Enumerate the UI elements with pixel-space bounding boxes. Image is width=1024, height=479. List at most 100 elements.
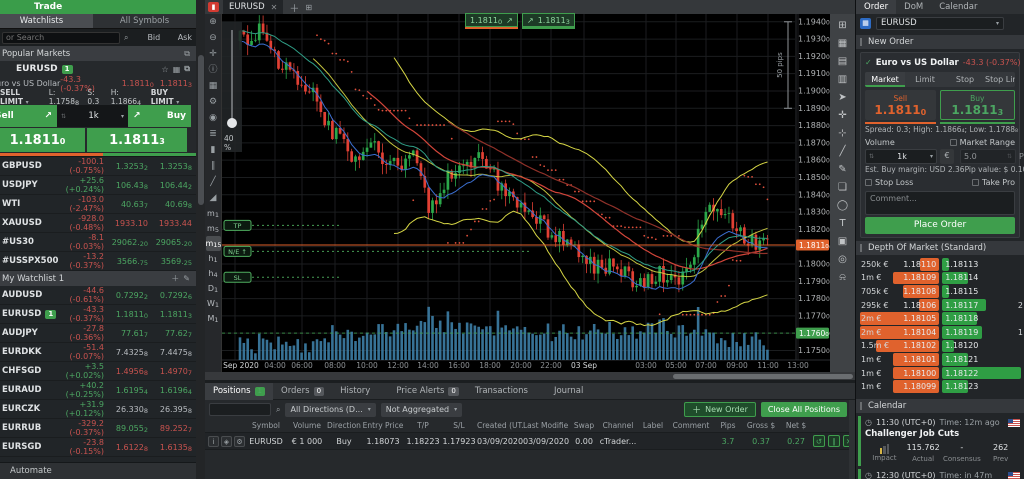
bid-price[interactable]: 7.43258 — [104, 348, 148, 357]
dom-ask-row[interactable]: 1.18123 — [942, 380, 1024, 393]
drawing-tool-icon[interactable]: ╱ — [834, 143, 851, 161]
drawing-tool-icon[interactable]: ❏ — [834, 179, 851, 197]
tab-watchlists[interactable]: Watchlists — [0, 14, 93, 28]
take-profit-checkbox[interactable]: Take Pro — [972, 178, 1015, 187]
toolbar-icon[interactable]: ⚙ — [206, 94, 221, 110]
column-header[interactable]: Symbol — [245, 421, 287, 430]
bid-price[interactable]: 40.637 — [104, 200, 148, 209]
bid-price[interactable]: 1.32532 — [104, 162, 148, 171]
position-edit-icon[interactable]: ⚙ — [234, 436, 245, 447]
watchlist-row[interactable]: ▪ EURSGD -23.8 (-0.15%) 1.61228 1.61358 — [0, 438, 196, 457]
reverse-position-icon[interactable]: ↺ — [813, 435, 825, 447]
dom-bid-row[interactable]: 2m € 1.18104 — [860, 326, 939, 339]
order-type-tab[interactable]: Stop — [945, 72, 985, 87]
right-panel-tab[interactable]: Order — [856, 0, 896, 14]
position-protection-icon[interactable]: ◈ — [221, 436, 232, 447]
ask-price[interactable]: 0.72926 — [148, 291, 192, 300]
market-range-input[interactable]: 5.0⇅ — [960, 149, 1016, 164]
drawing-tool-icon[interactable]: ➤ — [834, 89, 851, 107]
ask-price[interactable]: 1.61964 — [148, 386, 192, 395]
bid-price[interactable]: 1.61228 — [104, 443, 148, 452]
dom-bid-row[interactable]: 1m € 1.18100 — [860, 367, 939, 380]
position-row[interactable]: i ◈ ⚙ EURUSD€ 1 000Buy1.180731.182231.17… — [205, 432, 855, 450]
column-header[interactable]: Net $ — [779, 421, 813, 430]
quick-buy-button[interactable]: ↗Buy — [128, 105, 191, 127]
edit-list-icon[interactable]: ⧉ — [184, 49, 190, 59]
dom-bid-row[interactable]: 1.5m € 1.18102 — [860, 340, 939, 353]
column-header[interactable]: Volume — [287, 421, 327, 430]
dom-ask-row[interactable]: 1.18114 — [942, 272, 1024, 285]
column-header[interactable]: Created (UT.. — [477, 421, 523, 430]
order-type-tab[interactable]: Limit — [905, 72, 945, 87]
watchlist-row[interactable]: ▪ WTI -103.0 (-2.47%) 40.637 40.698 — [0, 195, 196, 214]
dom-section-header[interactable]: Depth Of Market (Standard) — [856, 241, 1024, 255]
toolbar-icon[interactable]: ╱ — [206, 174, 221, 190]
drawing-tool-icon[interactable]: ▥ — [834, 71, 851, 89]
bottom-tab[interactable]: Positions1 — [205, 383, 273, 400]
dom-ask-row[interactable]: 1.18122 — [942, 367, 1024, 380]
drawing-tool-icon[interactable]: ◎ — [834, 251, 851, 269]
timeframe-button[interactable]: h1 — [206, 251, 221, 266]
favorite-star-icon[interactable]: ☆ — [162, 65, 169, 74]
toolbar-icon[interactable]: ⊕ — [206, 14, 221, 30]
toolbar-icon[interactable]: ⊖ — [206, 30, 221, 46]
watchlist-row[interactable]: ▪ AUDUSD -44.6 (-0.61%) 0.72922 0.72926 — [0, 286, 196, 305]
toolbar-icon[interactable]: ▮ — [206, 142, 221, 158]
bottom-tab[interactable]: Orders0 — [273, 383, 332, 400]
toolbar-icon[interactable]: ▦ — [206, 78, 221, 94]
popular-markets-header[interactable]: Popular Markets ⧉ — [0, 46, 196, 61]
drawing-tool-icon[interactable]: ▦ — [834, 35, 851, 53]
symbol-dropdown[interactable]: EURUSD▾ — [876, 17, 1004, 30]
stop-loss-checkbox[interactable]: Stop Loss — [865, 178, 913, 187]
dom-ask-row[interactable]: 1.18117 2 — [942, 299, 1024, 312]
ask-price[interactable]: 77.627 — [148, 329, 192, 338]
timeframe-button[interactable]: M1 — [206, 311, 221, 326]
ask-price[interactable]: 40.698 — [148, 200, 192, 209]
bid-price[interactable]: 1.61954 — [104, 386, 148, 395]
column-header[interactable]: Gross $ — [743, 421, 779, 430]
ask-price[interactable]: 26.3958 — [148, 405, 192, 414]
quick-sell-button[interactable]: Sell↗ — [0, 105, 57, 127]
column-header[interactable]: Label — [637, 421, 669, 430]
chart-horizontal-scrollbar[interactable] — [205, 372, 855, 380]
timeframe-button[interactable]: m15 — [206, 236, 221, 251]
dom-bid-row[interactable]: 1m € 1.18109 — [860, 272, 939, 285]
dom-bid-row[interactable]: 1m € 1.18099 — [860, 380, 939, 393]
bid-price[interactable]: 1.18110 — [104, 310, 148, 319]
buy-price-panel[interactable]: 1.18113 — [87, 128, 187, 152]
buy-limit-button[interactable]: BUY LIMIT ▾ — [151, 88, 192, 106]
drawing-tool-icon[interactable]: ✎ — [834, 161, 851, 179]
add-symbol-icon[interactable]: ＋ — [171, 273, 179, 284]
watchlist-row[interactable]: ▪ XAUUSD -928.0 (-0.48%) 1933.10 1933.44 — [0, 214, 196, 233]
dom-bid-row[interactable]: 705k € 1.18108 — [860, 285, 939, 298]
right-panel-tab[interactable]: Calendar — [931, 0, 985, 14]
timeframe-button[interactable]: D1 — [206, 281, 221, 296]
ask-price[interactable]: 1.32538 — [148, 162, 192, 171]
toolbar-icon[interactable]: ⓘ — [206, 62, 221, 78]
dom-ask-row[interactable]: 1.18120 — [942, 340, 1024, 353]
watchlist-row[interactable]: ▪ AUDJPY -27.8 (-0.36%) 77.617 77.627 — [0, 324, 196, 343]
open-chart-icon[interactable]: ▦ — [173, 65, 181, 74]
volume-input[interactable]: ⇅1k▾ — [865, 149, 937, 164]
toolbar-icon[interactable]: ✛ — [206, 46, 221, 62]
drawing-tool-icon[interactable]: ▣ — [834, 233, 851, 251]
dom-ask-row[interactable]: 1.18115 — [942, 285, 1024, 298]
bid-price[interactable]: 1.49568 — [104, 367, 148, 376]
position-info-icon[interactable]: i — [208, 436, 219, 447]
watchlist-row[interactable]: ▪ #US30 -8.1 (-0.03%) 29062.20 29065.20 — [0, 233, 196, 252]
watchlist-row[interactable]: ▪ EURAUD +40.2 (+0.25%) 1.61954 1.61964 — [0, 381, 196, 400]
bid-price[interactable]: 1933.10 — [104, 219, 148, 228]
watchlist-row[interactable]: ▪ EURCZK +31.9 (+0.12%) 26.3308 26.3958 — [0, 400, 196, 419]
buy-button[interactable]: Buy 1.18113 — [940, 90, 1015, 120]
column-header[interactable]: Last Modifie.. — [523, 421, 569, 430]
symbol-search-input[interactable] — [2, 32, 120, 44]
right-panel-tab[interactable]: DoM — [896, 0, 931, 14]
ask-price[interactable]: 7.44758 — [148, 348, 192, 357]
drawing-tool-icon[interactable]: ⊞ — [834, 17, 851, 35]
dom-bid-row[interactable]: 2m € 1.18105 — [860, 312, 939, 325]
bid-price[interactable]: 89.0552 — [104, 424, 148, 433]
toolbar-icon[interactable]: ◢ — [206, 190, 221, 206]
chart-sell-button[interactable]: 1.18110 ↗ — [465, 13, 518, 27]
column-header[interactable]: Direction — [327, 421, 361, 430]
timeframe-button[interactable]: m5 — [206, 221, 221, 236]
